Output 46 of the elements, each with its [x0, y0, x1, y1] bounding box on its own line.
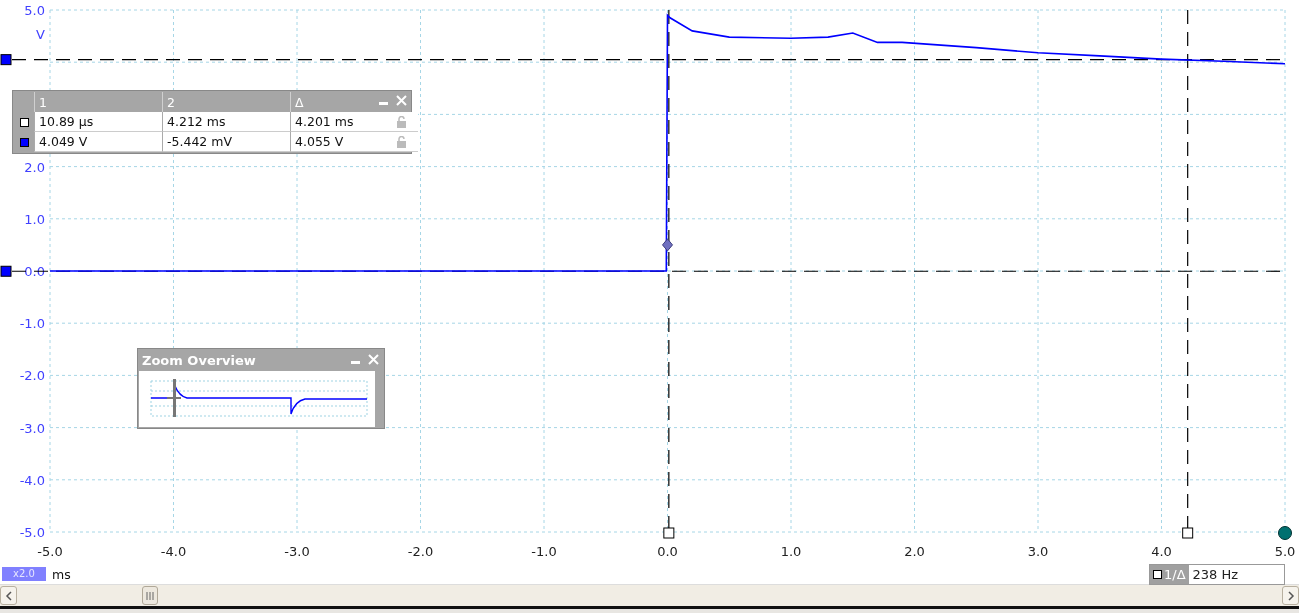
- table-cell: -5.442 mV: [162, 132, 290, 152]
- horizontal-scrollbar[interactable]: [0, 584, 1299, 606]
- y-axis-label: -5.0: [19, 525, 45, 540]
- frequency-label: 1/Δ: [1150, 565, 1189, 584]
- x-axis-label: 5.0: [1274, 544, 1296, 559]
- x-axis-label: 2.0: [904, 544, 925, 559]
- y-axis-label: 0.0: [24, 264, 45, 279]
- scrollbar-thumb[interactable]: [142, 586, 158, 605]
- ruler-handle[interactable]: [1182, 527, 1194, 539]
- y-axis-label: 1.0: [24, 211, 45, 227]
- table-cell: 4.055 V: [290, 132, 418, 152]
- y-axis-unit: V: [36, 27, 45, 42]
- chevron-left-icon: [4, 590, 13, 601]
- x-axis-label: -5.0: [37, 544, 63, 559]
- y-axis-label: -4.0: [19, 472, 45, 488]
- x-axis-label: -2.0: [407, 544, 434, 559]
- chevron-right-icon: [1286, 590, 1295, 601]
- x-axis-unit: ms: [52, 567, 71, 582]
- x-axis-label: -3.0: [284, 544, 310, 559]
- y-axis-label: -1.0: [19, 316, 45, 332]
- trigger-marker[interactable]: [662, 238, 673, 252]
- ruler-marker-icon: [19, 137, 29, 147]
- zoom-factor-badge: x2.0: [2, 567, 46, 581]
- y-axis-label: -2.0: [19, 368, 45, 384]
- y-axis-label: 5.0: [24, 3, 45, 18]
- ruler-marker-icon: [19, 117, 29, 127]
- scroll-left-button[interactable]: [0, 586, 17, 605]
- panel-title: Zoom Overview: [141, 353, 256, 368]
- ruler-handle[interactable]: [0, 265, 12, 277]
- y-axis-label: 2.0: [24, 159, 45, 175]
- ruler-handle[interactable]: [0, 54, 12, 66]
- scroll-right-button[interactable]: [1282, 586, 1299, 605]
- x-axis-label: 4.0: [1151, 544, 1172, 559]
- x-axis-label: 3.0: [1027, 544, 1049, 559]
- table-cell: 10.89 µs: [34, 112, 162, 132]
- x-axis-label: 0.0: [657, 544, 678, 559]
- ruler-handle[interactable]: [663, 527, 675, 539]
- x-axis-label: -1.0: [531, 544, 557, 559]
- y-axis-label: -3.0: [19, 420, 45, 436]
- table-cell: 4.049 V: [34, 132, 162, 152]
- x-axis-label: 1.0: [780, 544, 802, 559]
- table-cell: 4.212 ms: [162, 112, 290, 132]
- frequency-value: 238 Hz: [1191, 566, 1239, 584]
- x-axis-label: -4.0: [160, 544, 187, 559]
- circle-marker[interactable]: [1278, 526, 1292, 540]
- table-cell: 4.201 ms: [290, 112, 418, 132]
